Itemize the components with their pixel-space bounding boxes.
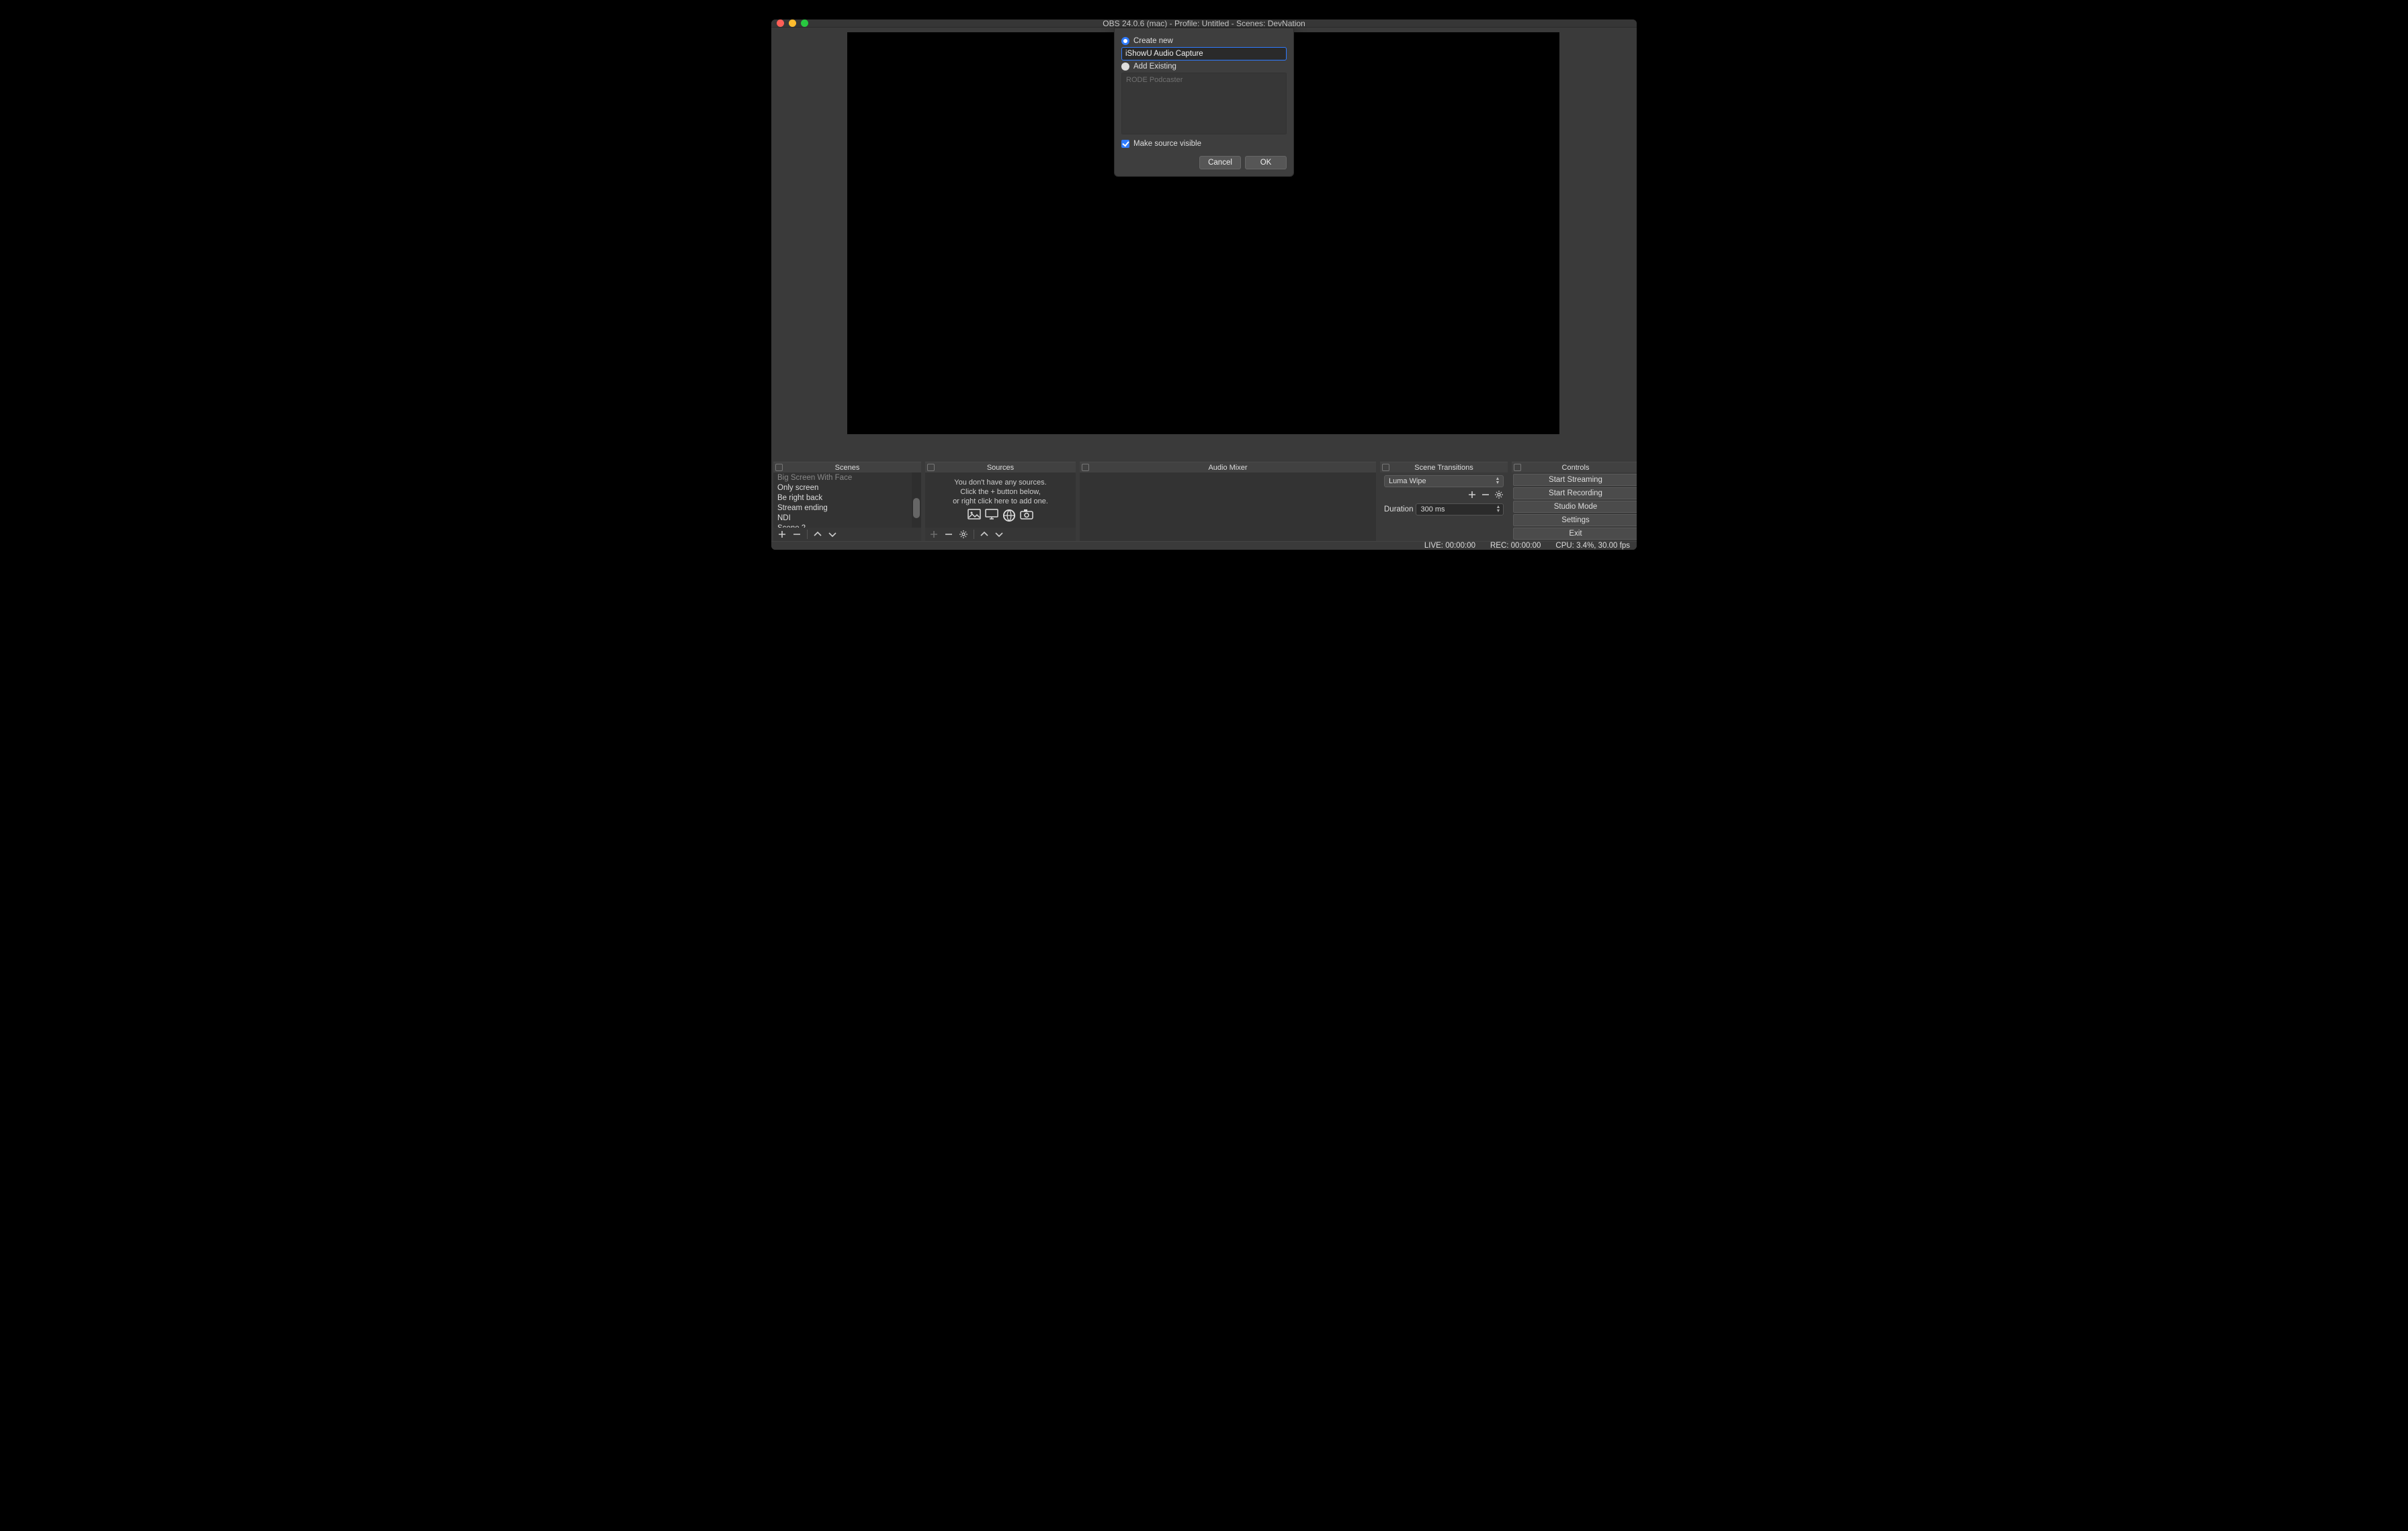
existing-sources-list: RODE Podcaster — [1121, 73, 1287, 134]
titlebar: OBS 24.0.6 (mac) - Profile: Untitled - S… — [771, 19, 1637, 28]
transitions-title: Scene Transitions — [1414, 464, 1473, 472]
minimize-window-button[interactable] — [789, 19, 796, 27]
create-new-label: Create new — [1133, 37, 1173, 45]
source-up-button[interactable] — [980, 530, 989, 539]
scene-item[interactable]: Big Screen With Face — [773, 472, 921, 483]
scenes-detach-icon[interactable] — [775, 464, 783, 471]
window-controls — [777, 19, 808, 27]
controls-detach-icon[interactable] — [1514, 464, 1521, 471]
sources-toolbar — [925, 528, 1076, 541]
duration-label: Duration — [1384, 505, 1413, 513]
scenes-title: Scenes — [835, 464, 860, 472]
controls-dock: Controls Start Streaming Start Recording… — [1512, 462, 1637, 541]
select-arrows-icon: ▲▼ — [1494, 476, 1502, 487]
scene-item[interactable]: NDI — [773, 513, 921, 523]
source-properties-button[interactable] — [959, 530, 968, 539]
status-rec: REC: 00:00:00 — [1490, 542, 1541, 550]
scene-item[interactable]: Scene 2 — [773, 523, 921, 528]
transition-select[interactable]: Luma Wipe ▲▼ — [1384, 475, 1504, 487]
scene-item[interactable]: Be right back — [773, 493, 921, 503]
ok-button[interactable]: OK — [1245, 156, 1287, 169]
zoom-window-button[interactable] — [801, 19, 808, 27]
create-new-radio-row[interactable]: Create new — [1121, 37, 1287, 45]
mixer-body — [1080, 472, 1376, 541]
sources-detach-icon[interactable] — [927, 464, 935, 471]
transitions-detach-icon[interactable] — [1382, 464, 1389, 471]
sources-empty-hint: You don't have any sources. Click the + … — [925, 472, 1076, 524]
create-source-dialog: Create new Add Existing RODE Podcaster M… — [1114, 28, 1294, 177]
spinner-arrows-icon[interactable]: ▲▼ — [1495, 504, 1502, 515]
remove-transition-button[interactable] — [1481, 490, 1490, 499]
add-scene-button[interactable] — [777, 530, 787, 539]
add-existing-radio[interactable] — [1121, 63, 1129, 71]
duration-value: 300 ms — [1420, 505, 1445, 513]
remove-source-button[interactable] — [944, 530, 953, 539]
source-name-input[interactable] — [1121, 47, 1287, 60]
scene-item[interactable]: Stream ending — [773, 503, 921, 513]
transitions-dock: Scene Transitions Luma Wipe ▲▼ Duration — [1380, 462, 1508, 541]
scenes-scrollbar[interactable] — [912, 472, 921, 528]
image-icon — [968, 509, 981, 520]
existing-source-item: RODE Podcaster — [1126, 76, 1282, 84]
status-cpu: CPU: 3.4%, 30.00 fps — [1555, 542, 1630, 550]
add-transition-button[interactable] — [1467, 490, 1477, 499]
create-new-radio[interactable] — [1121, 37, 1129, 45]
remove-scene-button[interactable] — [792, 530, 802, 539]
window-title: OBS 24.0.6 (mac) - Profile: Untitled - S… — [771, 19, 1637, 28]
audio-mixer-dock: Audio Mixer — [1080, 462, 1376, 541]
mixer-title: Audio Mixer — [1208, 464, 1247, 472]
app-window: OBS 24.0.6 (mac) - Profile: Untitled - S… — [771, 19, 1637, 550]
start-streaming-button[interactable]: Start Streaming — [1513, 474, 1637, 486]
close-window-button[interactable] — [777, 19, 784, 27]
status-live: LIVE: 00:00:00 — [1424, 542, 1475, 550]
settings-button[interactable]: Settings — [1513, 514, 1637, 526]
display-icon — [985, 509, 998, 520]
sources-title: Sources — [987, 464, 1014, 472]
transition-properties-button[interactable] — [1494, 490, 1504, 499]
camera-icon — [1020, 509, 1033, 520]
make-visible-checkbox[interactable] — [1121, 140, 1129, 148]
preview-area: Create new Add Existing RODE Podcaster M… — [771, 28, 1637, 458]
source-down-button[interactable] — [994, 530, 1004, 539]
controls-title: Controls — [1562, 464, 1590, 472]
add-source-button[interactable] — [929, 530, 939, 539]
scene-down-button[interactable] — [828, 530, 837, 539]
scenes-list[interactable]: Big Screen With Face Only screen Be righ… — [773, 472, 921, 528]
transition-selected: Luma Wipe — [1389, 477, 1426, 485]
status-bar: LIVE: 00:00:00 REC: 00:00:00 CPU: 3.4%, … — [771, 541, 1637, 550]
sources-dock: Sources You don't have any sources. Clic… — [925, 462, 1076, 541]
scene-up-button[interactable] — [813, 530, 822, 539]
add-existing-radio-row[interactable]: Add Existing — [1121, 63, 1287, 71]
scenes-dock: Scenes Big Screen With Face Only screen … — [773, 462, 921, 541]
docks-row: Scenes Big Screen With Face Only screen … — [771, 458, 1637, 541]
duration-input[interactable]: 300 ms ▲▼ — [1416, 503, 1504, 515]
start-recording-button[interactable]: Start Recording — [1513, 487, 1637, 499]
make-visible-label: Make source visible — [1133, 140, 1201, 148]
sources-list[interactable]: You don't have any sources. Click the + … — [925, 472, 1076, 528]
globe-icon — [1002, 509, 1016, 520]
exit-button[interactable]: Exit — [1513, 528, 1637, 540]
studio-mode-button[interactable]: Studio Mode — [1513, 501, 1637, 513]
add-existing-label: Add Existing — [1133, 63, 1176, 71]
scene-item[interactable]: Only screen — [773, 483, 921, 493]
scenes-toolbar — [773, 528, 921, 541]
mixer-detach-icon[interactable] — [1082, 464, 1089, 471]
cancel-button[interactable]: Cancel — [1199, 156, 1241, 169]
